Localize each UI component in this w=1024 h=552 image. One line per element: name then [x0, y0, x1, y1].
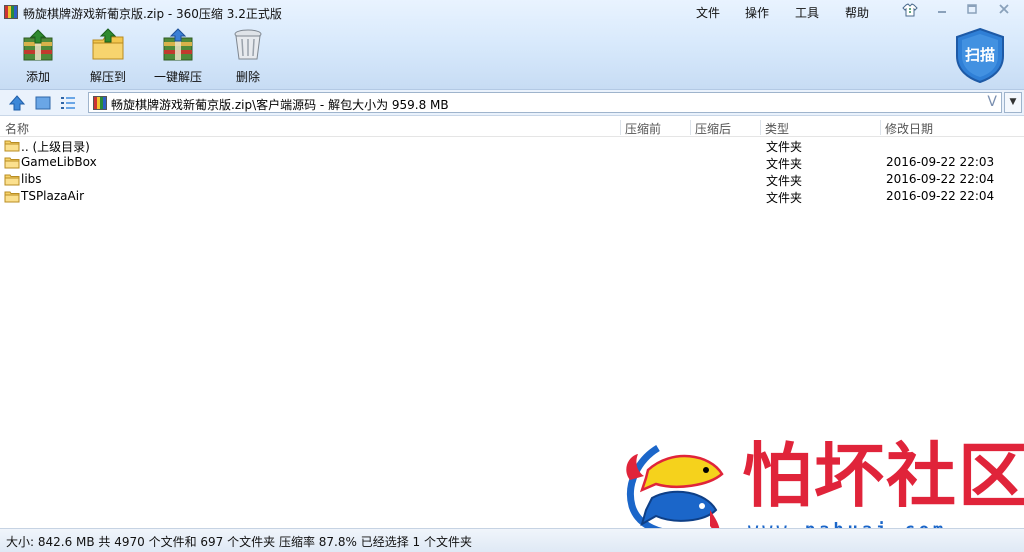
- title-bar: 畅旋棋牌游戏新葡京版.zip - 360压缩 3.2正式版 文件 操作 工具 帮…: [0, 0, 1024, 24]
- file-date: 2016-09-22 22:03: [886, 155, 995, 169]
- file-row[interactable]: GameLibBox 文件夹 2016-09-22 22:03: [0, 154, 1024, 171]
- skin-icon[interactable]: [901, 3, 919, 19]
- trash-icon: [231, 28, 265, 62]
- file-type: 文件夹: [766, 191, 803, 205]
- delete-button[interactable]: 删除: [213, 28, 283, 84]
- column-compressed-before[interactable]: 压缩前: [625, 120, 661, 137]
- column-divider[interactable]: [880, 120, 881, 135]
- watermark-fish-logo: [626, 444, 724, 537]
- view-large-button[interactable]: [34, 94, 52, 112]
- extract-to-label: 解压到: [89, 70, 126, 84]
- delete-label: 删除: [235, 70, 260, 84]
- zip-archive-icon: [93, 96, 107, 110]
- status-bar: 大小: 842.6 MB 共 4970 个文件和 697 个文件夹 压缩率 87…: [0, 528, 1024, 552]
- column-name[interactable]: 名称: [5, 120, 29, 137]
- arrow-up-icon: [8, 95, 26, 111]
- column-divider[interactable]: [760, 120, 761, 135]
- scan-button[interactable]: 扫描: [951, 26, 1009, 84]
- address-bar[interactable]: 畅旋棋牌游戏新葡京版.zip\客户端源码 - 解包大小为 959.8 MB V: [88, 92, 1002, 113]
- menu-tools[interactable]: 工具: [795, 4, 819, 21]
- address-dropdown-button[interactable]: ▼: [1004, 92, 1022, 113]
- maximize-button[interactable]: [963, 3, 981, 19]
- chevron-down-icon: ▼: [1009, 97, 1017, 107]
- view-icons-icon: [35, 96, 51, 110]
- add-label: 添加: [25, 70, 50, 84]
- file-row[interactable]: TSPlazaAir 文件夹 2016-09-22 22:04: [0, 188, 1024, 205]
- file-name: libs: [21, 172, 42, 186]
- folder-icon: [4, 174, 20, 186]
- file-date: 2016-09-22 22:04: [886, 189, 995, 203]
- watermark-text: 怕坏社区: [742, 434, 1024, 517]
- close-button[interactable]: [995, 3, 1013, 19]
- column-type[interactable]: 类型: [765, 120, 789, 137]
- file-row[interactable]: libs 文件夹 2016-09-22 22:04: [0, 171, 1024, 188]
- column-modified[interactable]: 修改日期: [885, 120, 933, 137]
- add-archive-icon: [21, 28, 55, 62]
- file-type: 文件夹: [766, 174, 803, 188]
- menu-operate[interactable]: 操作: [745, 4, 769, 21]
- minimize-button[interactable]: [933, 3, 951, 19]
- file-name: GameLibBox: [21, 155, 97, 169]
- one-click-extract-button[interactable]: 一键解压: [143, 28, 213, 84]
- folder-icon: [4, 157, 20, 169]
- view-list-button[interactable]: [59, 94, 77, 112]
- window-title: 畅旋棋牌游戏新葡京版.zip - 360压缩 3.2正式版: [23, 7, 282, 21]
- extract-to-button[interactable]: 解压到: [73, 28, 143, 84]
- scan-label: 扫描: [964, 46, 995, 64]
- app-icon: [4, 5, 18, 19]
- address-v-button[interactable]: V: [987, 94, 997, 110]
- up-directory-button[interactable]: [8, 94, 26, 112]
- file-type: 文件夹: [766, 157, 803, 171]
- address-path: 畅旋棋牌游戏新葡京版.zip\客户端源码 - 解包大小为 959.8 MB: [111, 98, 449, 112]
- file-name: TSPlazaAir: [21, 189, 84, 203]
- address-row: 畅旋棋牌游戏新葡京版.zip\客户端源码 - 解包大小为 959.8 MB V …: [0, 90, 1024, 116]
- menu-help[interactable]: 帮助: [845, 4, 869, 21]
- file-type: 文件夹: [766, 140, 803, 154]
- extract-folder-icon: [91, 28, 125, 62]
- column-divider[interactable]: [620, 120, 621, 135]
- column-compressed-after[interactable]: 压缩后: [695, 120, 731, 137]
- file-row-parent[interactable]: .. (上级目录) 文件夹: [0, 137, 1024, 154]
- window-chrome: 畅旋棋牌游戏新葡京版.zip - 360压缩 3.2正式版 文件 操作 工具 帮…: [0, 0, 1024, 90]
- file-list-header: 名称 压缩前 压缩后 类型 修改日期: [0, 118, 1024, 137]
- folder-icon: [4, 191, 20, 203]
- folder-icon: [4, 140, 20, 152]
- file-date: 2016-09-22 22:04: [886, 172, 995, 186]
- file-name: .. (上级目录): [21, 140, 90, 154]
- one-click-extract-icon: [161, 28, 195, 62]
- menu-file[interactable]: 文件: [696, 4, 720, 21]
- add-button[interactable]: 添加: [3, 28, 73, 84]
- one-click-extract-label: 一键解压: [153, 70, 202, 84]
- column-divider[interactable]: [690, 120, 691, 135]
- view-list-icon: [61, 97, 75, 109]
- status-text: 大小: 842.6 MB 共 4970 个文件和 697 个文件夹 压缩率 87…: [6, 535, 472, 549]
